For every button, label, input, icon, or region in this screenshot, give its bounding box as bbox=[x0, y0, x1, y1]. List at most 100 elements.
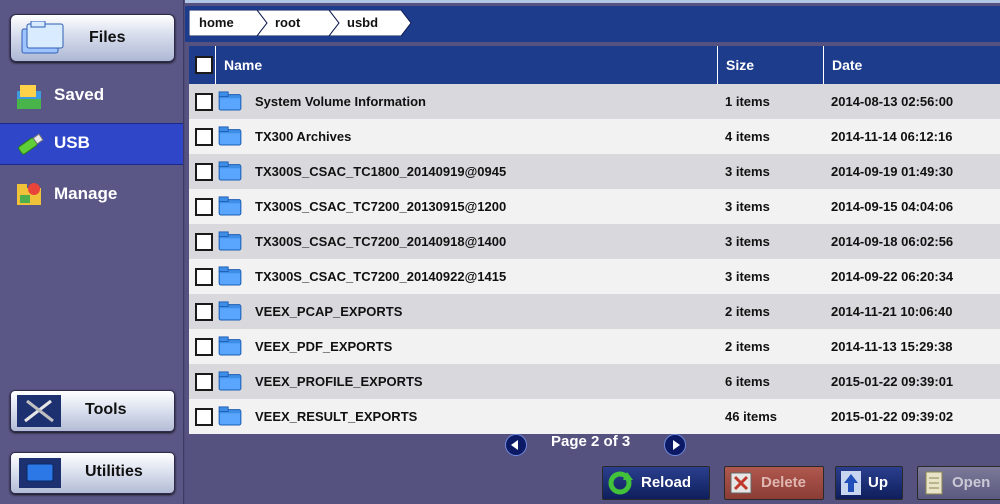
table-row[interactable]: VEEX_PROFILE_EXPORTS 6 items 2015-01-22 09… bbox=[189, 364, 1000, 399]
cell-date: 2014-09-15 04:04:06 bbox=[831, 199, 954, 214]
monitor-icon bbox=[19, 458, 61, 488]
sidebar-item-label: Manage bbox=[54, 184, 118, 203]
row-checkbox[interactable] bbox=[195, 338, 213, 356]
page-label: Page 2 of 3 bbox=[551, 433, 631, 450]
sidebar-item-saved[interactable]: Saved bbox=[0, 76, 183, 116]
table-row[interactable]: VEEX_PDF_EXPORTS 2 items 2014-11-13 15:29:… bbox=[189, 329, 1000, 364]
sidebar-item-usb[interactable]: USB bbox=[0, 123, 183, 165]
cell-name: VEEX_RESULT_EXPORTS bbox=[255, 409, 418, 424]
next-page-icon[interactable] bbox=[664, 434, 686, 456]
row-checkbox[interactable] bbox=[195, 373, 213, 391]
usb-icon bbox=[18, 133, 44, 155]
tools-label: Tools bbox=[85, 401, 127, 418]
delete-icon bbox=[730, 472, 752, 494]
open-icon bbox=[925, 471, 943, 495]
sidebar-item-label: Saved bbox=[54, 85, 105, 104]
column-date[interactable]: Date bbox=[823, 46, 1000, 84]
cell-name: TX300S_CSAC_TC7200_20140918@1400 bbox=[255, 234, 507, 249]
folders-icon bbox=[21, 21, 64, 54]
cell-size: 2 items bbox=[725, 304, 770, 319]
table-row[interactable]: TX300S_CSAC_TC7200_20140918@1400 3 items 2… bbox=[189, 224, 1000, 259]
manage-icon bbox=[17, 183, 41, 205]
sidebar: Files Saved USB Manage Tools Utilities bbox=[0, 0, 184, 504]
tools-icon bbox=[17, 395, 61, 427]
sidebar-item-manage[interactable]: Manage bbox=[0, 175, 183, 215]
row-checkbox[interactable] bbox=[195, 198, 213, 216]
breadcrumb-root[interactable]: root bbox=[275, 10, 300, 36]
breadcrumb: home root usbd bbox=[185, 6, 1000, 42]
folder-icon bbox=[218, 231, 242, 251]
cell-name: TX300S_CSAC_TC1800_20140919@0945 bbox=[255, 164, 507, 179]
folder-icon bbox=[218, 301, 242, 321]
select-all-checkbox[interactable] bbox=[195, 56, 213, 74]
table-row[interactable]: System Volume Information 1 items 2014-08-… bbox=[189, 84, 1000, 119]
breadcrumb-home[interactable]: home bbox=[199, 10, 234, 36]
row-checkbox[interactable] bbox=[195, 408, 213, 426]
file-browser: home root usbd Name Size Date System Vol… bbox=[185, 0, 1000, 504]
row-checkbox[interactable] bbox=[195, 268, 213, 286]
folder-icon bbox=[218, 371, 242, 391]
cell-date: 2014-09-19 01:49:30 bbox=[831, 164, 954, 179]
cell-date: 2015-01-22 09:39:01 bbox=[831, 374, 954, 389]
folder-icon bbox=[218, 91, 242, 111]
cell-date: 2014-11-21 10:06:40 bbox=[831, 304, 953, 319]
reload-button[interactable]: Reload bbox=[602, 466, 710, 500]
column-size[interactable]: Size bbox=[717, 46, 826, 84]
pager: Page 2 of 3 bbox=[185, 430, 1000, 458]
cell-name: VEEX_PDF_EXPORTS bbox=[255, 339, 393, 354]
cell-name: VEEX_PROFILE_EXPORTS bbox=[255, 374, 423, 389]
up-arrow-icon bbox=[841, 471, 861, 495]
cell-date: 2014-11-13 15:29:38 bbox=[831, 339, 953, 354]
open-label: Open bbox=[952, 474, 991, 491]
delete-label: Delete bbox=[761, 474, 807, 491]
row-checkbox[interactable] bbox=[195, 303, 213, 321]
table-row[interactable]: TX300S_CSAC_TC1800_20140919@0945 3 items 2… bbox=[189, 154, 1000, 189]
row-checkbox[interactable] bbox=[195, 93, 213, 111]
folder-icon bbox=[218, 196, 242, 216]
reload-icon bbox=[608, 471, 633, 495]
folder-icon bbox=[218, 126, 242, 146]
files-label: Files bbox=[89, 29, 126, 46]
utilities-label: Utilities bbox=[85, 463, 143, 480]
delete-button[interactable]: Delete bbox=[724, 466, 824, 500]
sidebar-item-label: USB bbox=[54, 133, 90, 152]
open-button[interactable]: Open bbox=[917, 466, 1000, 500]
table-header: Name Size Date bbox=[189, 46, 1000, 84]
utilities-button[interactable]: Utilities bbox=[10, 452, 175, 494]
up-label: Up bbox=[868, 474, 888, 491]
prev-page-icon[interactable] bbox=[505, 434, 527, 456]
cell-name: TX300S_CSAC_TC7200_20130915@1200 bbox=[255, 199, 507, 214]
cell-date: 2014-09-18 06:02:56 bbox=[831, 234, 954, 249]
saved-icon bbox=[17, 85, 41, 109]
folder-icon bbox=[218, 266, 242, 286]
cell-name: TX300 Archives bbox=[255, 129, 352, 144]
folder-icon bbox=[218, 336, 242, 356]
breadcrumb-usbd[interactable]: usbd bbox=[347, 10, 378, 36]
up-button[interactable]: Up bbox=[835, 466, 903, 500]
cell-size: 3 items bbox=[725, 199, 770, 214]
cell-size: 4 items bbox=[725, 129, 770, 144]
cell-size: 3 items bbox=[725, 164, 770, 179]
top-accent-line bbox=[185, 0, 1000, 3]
cell-size: 46 items bbox=[725, 409, 778, 424]
cell-size: 3 items bbox=[725, 234, 770, 249]
cell-date: 2014-09-22 06:20:34 bbox=[831, 269, 954, 284]
row-checkbox[interactable] bbox=[195, 233, 213, 251]
tools-button[interactable]: Tools bbox=[10, 390, 175, 432]
cell-name: System Volume Information bbox=[255, 94, 426, 109]
table-row[interactable]: VEEX_RESULT_EXPORTS 46 items 2015-01-22 09… bbox=[189, 399, 1000, 434]
table-row[interactable]: VEEX_PCAP_EXPORTS 2 items 2014-11-21 10:06… bbox=[189, 294, 1000, 329]
table-row[interactable]: TX300S_CSAC_TC7200_20140922@1415 3 items 2… bbox=[189, 259, 1000, 294]
row-checkbox[interactable] bbox=[195, 163, 213, 181]
table-row[interactable]: TX300S_CSAC_TC7200_20130915@1200 3 items 2… bbox=[189, 189, 1000, 224]
cell-date: 2015-01-22 09:39:02 bbox=[831, 409, 954, 424]
app-window: Files Saved USB Manage Tools Utilities h… bbox=[0, 0, 1000, 504]
row-checkbox[interactable] bbox=[195, 128, 213, 146]
cell-size: 6 items bbox=[725, 374, 770, 389]
column-name[interactable]: Name bbox=[215, 46, 720, 84]
cell-size: 2 items bbox=[725, 339, 770, 354]
cell-name: VEEX_PCAP_EXPORTS bbox=[255, 304, 403, 319]
reload-label: Reload bbox=[641, 474, 692, 491]
files-button[interactable]: Files bbox=[10, 14, 175, 62]
table-row[interactable]: TX300 Archives 4 items 2014-11-14 06:12:16 bbox=[189, 119, 1000, 154]
